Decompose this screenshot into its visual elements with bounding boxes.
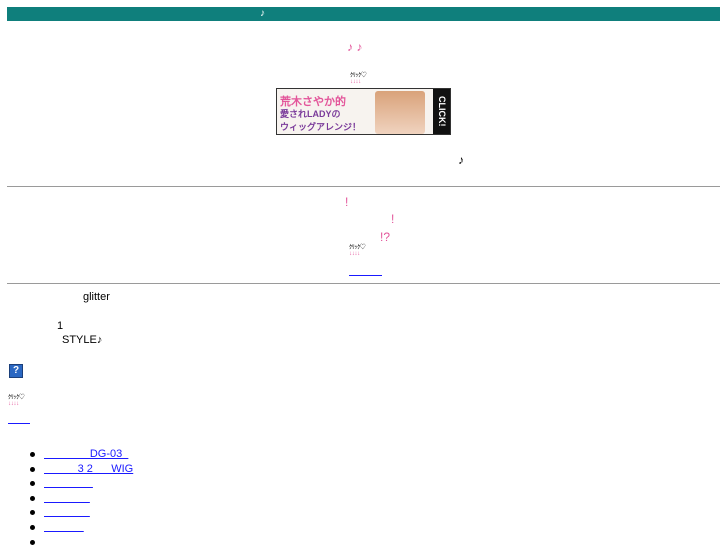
list-link[interactable] — [44, 520, 84, 535]
bullet-icon — [30, 466, 35, 472]
title-bar: ♪ — [7, 7, 720, 21]
list-link[interactable] — [44, 476, 93, 491]
banner-click-label: CLICK! — [433, 89, 450, 134]
down-arrows-icon-2: ↓↓↓↓ — [349, 251, 360, 257]
divider-2 — [7, 283, 720, 284]
banner-line-3: ウィッグアレンジ！ — [280, 122, 362, 132]
exclaim-2: ! — [391, 212, 395, 226]
exclaim-3: !? — [380, 230, 391, 244]
help-icon[interactable]: ? — [9, 364, 23, 378]
down-arrows-icon-3: ↓↓↓↓ — [8, 401, 19, 407]
exclaim-1: ! — [345, 195, 349, 209]
click-hint: ｸﾘｯｸ♡ ↓↓↓↓ — [350, 73, 367, 85]
number-one: 1 — [57, 320, 64, 332]
bullet-icon — [30, 495, 35, 501]
list-link[interactable] — [44, 505, 90, 520]
click-hint-3: ｸﾘｯｸ♡ ↓↓↓↓ — [8, 395, 25, 407]
middle-link[interactable]: ＿＿＿ — [349, 262, 382, 278]
down-arrows-icon: ↓↓↓↓ — [350, 79, 361, 85]
bullet-icon — [30, 524, 35, 530]
click-hint-2: ｸﾘｯｸ♡ ↓↓↓↓ — [349, 245, 366, 257]
title-text: ♪ — [260, 8, 265, 19]
list-link[interactable]: 3 2 WIG — [44, 462, 134, 477]
wig-arrange-banner[interactable]: 荒木さやか的 愛されLADYの ウィッグアレンジ！ CLICK! — [276, 88, 451, 135]
music-notes: ♪ ♪ — [347, 40, 363, 54]
bottom-link[interactable]: ＿＿ — [8, 410, 30, 426]
style-text: STYLE♪ — [62, 334, 103, 346]
banner-line-2: 愛されLADYの — [280, 109, 341, 119]
model-photo — [375, 91, 425, 134]
bullet-icon — [30, 452, 35, 457]
bullet-icon — [30, 510, 35, 516]
divider-1 — [7, 186, 720, 187]
bullet-icon — [30, 539, 35, 545]
list-link[interactable] — [44, 491, 90, 506]
bullet-icon — [30, 481, 35, 487]
list-link[interactable]: DG-03 — [44, 447, 128, 462]
music-note: ♪ — [458, 153, 464, 167]
glitter-text: glitter — [83, 291, 110, 303]
